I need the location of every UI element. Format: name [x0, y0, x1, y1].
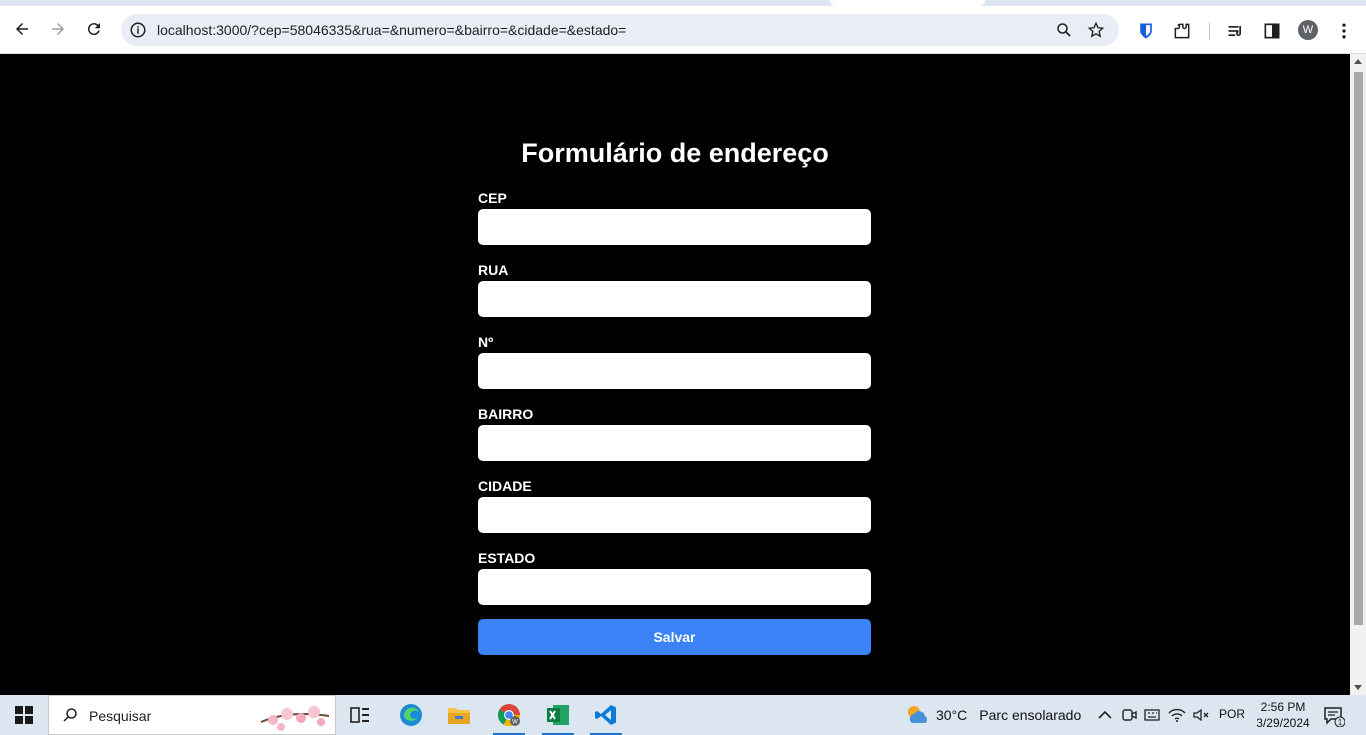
taskbar-excel[interactable]	[536, 695, 580, 735]
speaker-muted-icon[interactable]	[1191, 705, 1211, 725]
cep-label: CEP	[478, 190, 507, 206]
estado-label: ESTADO	[478, 550, 536, 566]
clock-date: 3/29/2024	[1256, 716, 1310, 730]
rua-input[interactable]	[478, 281, 871, 317]
weather-temperature: 30°C	[936, 707, 968, 723]
scroll-up-arrow-icon[interactable]	[1354, 59, 1362, 64]
notification-center-icon[interactable]: 1	[1323, 705, 1345, 727]
search-placeholder: Pesquisar	[89, 708, 152, 724]
taskbar-chrome[interactable]: W	[487, 695, 531, 735]
taskbar: Pesquisar W 30°C Parc ensolarado POR 2:5…	[0, 695, 1366, 735]
rua-label: RUA	[478, 262, 509, 278]
excel-icon	[547, 705, 569, 725]
cidade-input[interactable]	[478, 497, 871, 533]
toolbar-divider	[1209, 22, 1210, 40]
weather-description: Parc ensolarado	[979, 707, 1082, 723]
forward-button[interactable]	[44, 15, 72, 43]
form-title: Formulário de endereço	[521, 138, 829, 168]
numero-input[interactable]	[478, 353, 871, 389]
vscode-icon	[595, 705, 616, 725]
zoom-icon[interactable]	[1055, 21, 1073, 39]
save-button[interactable]: Salvar	[478, 619, 871, 655]
svg-text:W: W	[512, 720, 518, 726]
cherry-blossom-icon	[260, 706, 330, 731]
arrow-right-icon	[52, 23, 64, 35]
media-queue-icon[interactable]	[1226, 21, 1246, 41]
taskbar-search[interactable]: Pesquisar	[48, 695, 336, 735]
extensions-puzzle-icon[interactable]	[1172, 21, 1192, 41]
partly-sunny-icon	[908, 706, 928, 723]
bookmark-star-icon[interactable]	[1087, 21, 1105, 39]
scroll-down-arrow-icon[interactable]	[1354, 685, 1362, 690]
folder-icon	[448, 708, 470, 724]
taskbar-vscode[interactable]	[584, 695, 628, 735]
wifi-icon[interactable]	[1167, 705, 1187, 725]
reload-icon	[87, 23, 100, 36]
kebab-menu-icon[interactable]	[1334, 21, 1354, 41]
edge-icon	[400, 704, 422, 726]
page-scrollbar[interactable]	[1350, 54, 1366, 695]
chevron-up-icon[interactable]	[1095, 705, 1115, 725]
estado-input[interactable]	[478, 569, 871, 605]
taskbar-file-explorer[interactable]	[437, 695, 481, 735]
windows-logo-icon	[15, 706, 33, 724]
bitwarden-shield-icon[interactable]	[1136, 21, 1156, 41]
notification-count: 1	[1338, 718, 1343, 727]
bairro-input[interactable]	[478, 425, 871, 461]
scrollbar-thumb[interactable]	[1354, 72, 1363, 625]
language-indicator[interactable]: POR	[1219, 707, 1245, 721]
reload-button[interactable]	[80, 15, 108, 43]
taskbar-edge[interactable]	[389, 695, 433, 735]
keyboard-icon[interactable]	[1143, 705, 1163, 725]
cep-input[interactable]	[478, 209, 871, 245]
info-icon[interactable]	[129, 21, 147, 39]
browser-chrome: localhost:3000/?cep=58046335&rua=&numero…	[0, 0, 1366, 54]
bairro-label: BAIRRO	[478, 406, 534, 422]
meet-now-icon[interactable]	[1119, 705, 1139, 725]
task-view-button[interactable]	[338, 695, 382, 735]
chrome-icon: W	[498, 704, 520, 726]
task-view-icon	[350, 707, 369, 723]
cidade-label: CIDADE	[478, 478, 532, 494]
clock[interactable]: 2:56 PM 3/29/2024	[1252, 699, 1314, 731]
weather-widget[interactable]: 30°C Parc ensolarado	[904, 695, 1081, 735]
search-icon	[63, 708, 77, 722]
address-bar[interactable]: localhost:3000/?cep=58046335&rua=&numero…	[121, 14, 1119, 46]
arrow-left-icon	[16, 23, 28, 35]
profile-avatar[interactable]: W	[1298, 20, 1318, 40]
clock-time: 2:56 PM	[1260, 700, 1306, 714]
page-content: Formulário de endereço CEP RUA Nº BAIRRO…	[0, 54, 1350, 695]
url-text[interactable]: localhost:3000/?cep=58046335&rua=&numero…	[157, 22, 626, 38]
side-panel-icon[interactable]	[1262, 21, 1282, 41]
back-button[interactable]	[8, 15, 36, 43]
numero-label: Nº	[478, 334, 494, 350]
browser-toolbar: localhost:3000/?cep=58046335&rua=&numero…	[0, 6, 1366, 54]
start-button[interactable]	[0, 695, 48, 735]
